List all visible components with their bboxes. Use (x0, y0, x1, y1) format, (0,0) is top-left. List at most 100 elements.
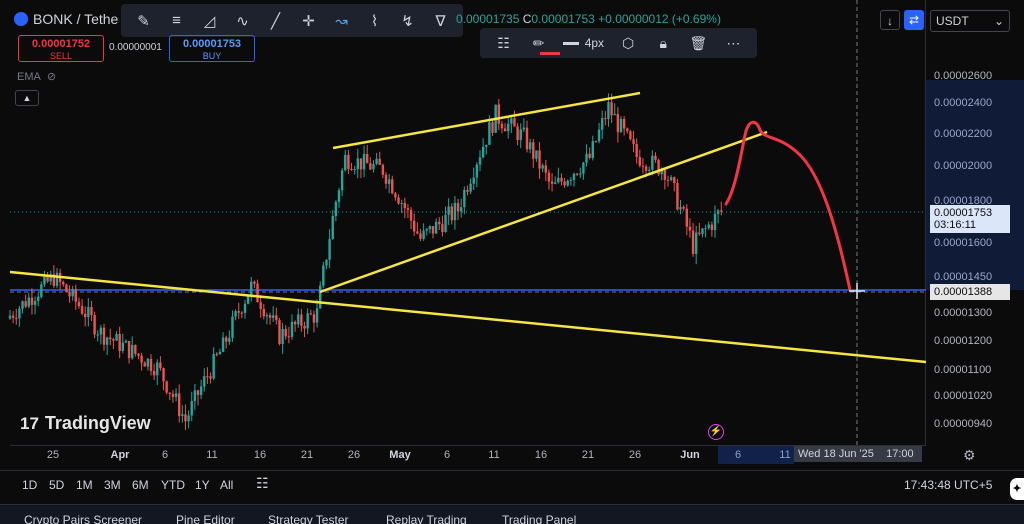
lock-icon[interactable]: 🔒︎ (652, 32, 674, 54)
candle-body (190, 401, 193, 416)
sync-icon[interactable]: ⇄ (904, 10, 924, 30)
bar-countdown: 03:16:11 (934, 219, 977, 231)
currency-select[interactable]: USDT ⌄ (930, 10, 1010, 32)
candle-body (240, 312, 244, 314)
candle-body (174, 393, 178, 397)
candle-body (353, 169, 356, 171)
candle-body (651, 155, 654, 170)
candle-body (253, 281, 256, 284)
parallel-lines-icon[interactable]: ≡ (166, 10, 188, 32)
range-1m-button[interactable]: 1M (76, 478, 93, 492)
range-5d-button[interactable]: 5D (49, 478, 64, 492)
tab-strategy-tester[interactable]: Strategy Tester (268, 513, 348, 524)
buy-button[interactable]: 0.00001753 BUY (169, 35, 255, 62)
eye-hidden-icon[interactable]: ⊘ (47, 70, 56, 83)
utc-clock[interactable]: 17:43:48 UTC+5 (904, 478, 992, 492)
channel-lower-trendline (319, 130, 768, 294)
chevron-down-icon: ⌄ (993, 14, 1004, 28)
candle-body (485, 144, 488, 147)
time-label: 26 (628, 449, 642, 461)
drawing-toolbar: ✎ ≡ ◿ ∿ ╱ ✛ ↝ ⌇ ↯ ∇ (121, 4, 463, 37)
candle-body (178, 393, 181, 416)
assistant-badge-icon[interactable]: ✦ (1010, 478, 1024, 500)
candle-body (246, 296, 250, 304)
candle-body (87, 307, 90, 318)
candle-body (431, 226, 435, 234)
candle-body (322, 265, 325, 286)
candle-body (560, 177, 563, 182)
candle-body (550, 181, 554, 184)
candle-body (303, 325, 306, 329)
candle-body (566, 180, 569, 186)
ema-indicator-legend[interactable]: EMA ⊘ (17, 70, 56, 84)
candle-body (641, 165, 645, 167)
candle-body (203, 376, 206, 387)
time-range-highlight (718, 446, 794, 464)
candle-body (156, 362, 159, 376)
range-1d-button[interactable]: 1D (22, 478, 37, 492)
tab-crypto-pairs-screener[interactable]: Crypto Pairs Screener (24, 513, 142, 524)
candle-body (209, 376, 212, 379)
symbol-title[interactable]: BONK / Tethe (14, 11, 118, 27)
price-label: 0.00001200 (934, 335, 993, 347)
tab-replay-trading[interactable]: Replay Trading (386, 513, 467, 524)
calendar-icon[interactable]: ☷ (256, 475, 269, 492)
range-all-button[interactable]: All (220, 478, 233, 492)
sell-label: SELL (49, 51, 73, 61)
crosshair-icon[interactable]: ✛ (298, 10, 320, 32)
fib-icon[interactable]: ◿ (199, 10, 221, 32)
candle-body (691, 230, 695, 254)
candle-body (450, 206, 453, 221)
zigzag-icon[interactable]: ↯ (397, 10, 419, 32)
projection-icon[interactable]: ↝ (331, 10, 353, 32)
collapse-legend-button[interactable]: ▲ (15, 90, 39, 106)
pattern-icon[interactable]: ∿ (232, 10, 254, 32)
candle-body (601, 118, 604, 130)
stroke-width-value: 4px (584, 36, 605, 50)
price-chart[interactable] (0, 0, 1024, 445)
range-6m-button[interactable]: 6M (132, 478, 149, 492)
candle-body (669, 177, 673, 181)
date-range-bar: 1D 5D 1M 3M 6M YTD 1Y All ☷ 17:43:48 UTC… (0, 470, 1024, 498)
candle-body (40, 284, 43, 297)
stroke-width-picker[interactable]: 4px (562, 36, 605, 50)
candle-body (516, 126, 519, 141)
candle-body (710, 224, 714, 230)
gear-icon[interactable]: ⚙ (963, 447, 976, 464)
settings-hexagon-icon[interactable]: ⬡ (617, 32, 639, 54)
object-tree-icon[interactable]: ☷ (493, 32, 515, 54)
candle-body (250, 281, 253, 297)
candle-body (622, 118, 626, 129)
candle-body (337, 190, 341, 202)
cursor-clock: 17:00 (886, 448, 914, 460)
trash-icon[interactable]: 🗑︎ (687, 32, 709, 54)
download-icon[interactable]: ↓ (880, 10, 900, 30)
candle-body (11, 315, 15, 318)
trend-line-icon[interactable]: ╱ (265, 10, 287, 32)
candle-body (698, 232, 701, 234)
candle-body (65, 284, 68, 293)
range-ytd-button[interactable]: YTD (161, 478, 185, 492)
candle-body (403, 202, 406, 209)
elliott-wave-icon[interactable]: ⌇ (364, 10, 386, 32)
more-icon[interactable]: ⋯ (722, 32, 744, 54)
candle-body (134, 344, 137, 354)
candle-body (15, 317, 18, 319)
brush-icon[interactable]: ✎ (133, 10, 155, 32)
candle-body (84, 313, 87, 318)
range-1y-button[interactable]: 1Y (195, 478, 210, 492)
harmonic-pattern-icon[interactable]: ∇ (430, 10, 452, 32)
candle-body (24, 301, 27, 307)
sell-button[interactable]: 0.00001752 SELL (18, 35, 104, 62)
tab-pine-editor[interactable]: Pine Editor (176, 513, 235, 524)
pen-color-icon[interactable]: ✏ (528, 32, 550, 54)
range-3m-button[interactable]: 3M (104, 478, 121, 492)
candle-body (416, 231, 419, 234)
candle-body (193, 390, 197, 402)
flash-icon[interactable]: ⚡ (708, 424, 724, 440)
tab-trading-panel[interactable]: Trading Panel (502, 513, 576, 524)
candle-body (309, 313, 312, 315)
candle-body (293, 321, 297, 325)
candle-body (679, 206, 682, 210)
candle-body (306, 313, 309, 329)
